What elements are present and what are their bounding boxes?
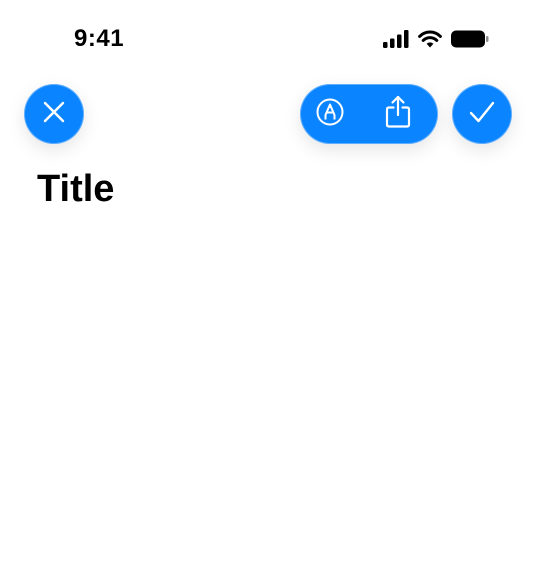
wifi-icon [418,30,442,48]
toolbar [0,84,536,144]
page-title: Title [37,168,115,210]
status-time: 9:41 [74,25,125,52]
markup-button[interactable] [300,84,360,144]
status-icons [383,28,489,50]
checkmark-icon [468,100,496,129]
share-icon [384,95,412,134]
battery-icon [451,30,489,48]
share-button[interactable] [368,84,428,144]
confirm-button[interactable] [452,84,512,144]
close-icon [42,100,66,129]
markup-icon [315,97,345,132]
cellular-signal-icon [383,30,409,48]
close-button[interactable] [24,84,84,144]
status-bar: 9:41 [0,0,536,78]
action-button-group [300,84,438,144]
